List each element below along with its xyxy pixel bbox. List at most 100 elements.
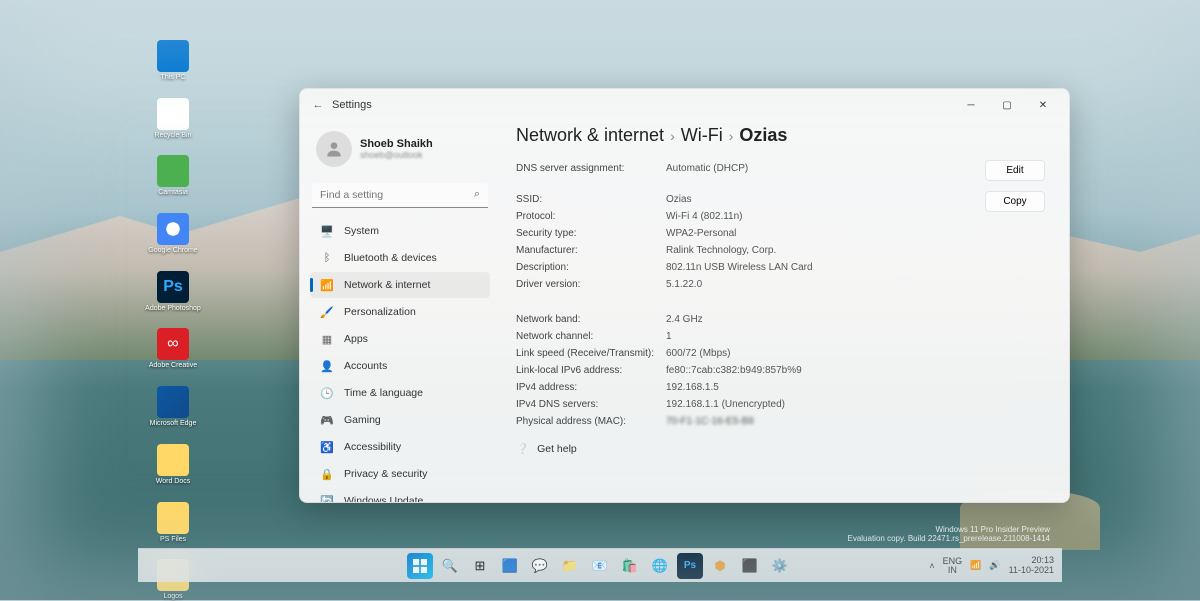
- app-icon: [157, 155, 189, 187]
- desktop-icon[interactable]: ∞Adobe Creative: [145, 328, 201, 370]
- system-tray: ˄ ENGIN 📶 🔊 20:1311-10-2021: [929, 556, 1054, 576]
- sidebar-item[interactable]: 🖌️ Personalization: [310, 299, 490, 325]
- settings-taskbar-icon[interactable]: ⚙️: [767, 553, 793, 579]
- sidebar-item[interactable]: 🎮Gaming: [310, 407, 490, 433]
- desktop-icon[interactable]: Recycle Bin: [145, 98, 201, 140]
- volume-tray-icon[interactable]: 🔊: [989, 560, 1000, 571]
- desktop-icon[interactable]: PS Files: [145, 502, 201, 544]
- property-row: Physical address (MAC):70-F1-1C-16-E5-B8: [516, 413, 973, 430]
- clock[interactable]: 20:1311-10-2021: [1009, 556, 1054, 576]
- wifi-tray-icon[interactable]: 📶: [970, 560, 981, 571]
- language-indicator[interactable]: ENGIN: [943, 557, 963, 575]
- icon-label: PS Files: [160, 536, 186, 544]
- sidebar-item[interactable]: 🔒Privacy & security: [310, 461, 490, 487]
- property-value: Ralink Technology, Corp.: [666, 242, 776, 259]
- property-key: SSID:: [516, 191, 666, 208]
- desktop-icon[interactable]: Camtasia: [145, 155, 201, 197]
- icon-label: Adobe Creative: [149, 362, 197, 370]
- store-icon[interactable]: 🛍️: [617, 553, 643, 579]
- icon-label: Adobe Photoshop: [145, 305, 201, 313]
- icon-label: Microsoft Edge: [150, 420, 197, 428]
- mail-icon[interactable]: 📧: [587, 553, 613, 579]
- search-box: ⌕: [312, 183, 488, 208]
- explorer-icon[interactable]: 📁: [557, 553, 583, 579]
- chat-icon[interactable]: 💬: [527, 553, 553, 579]
- property-row: Driver version:5.1.22.0: [516, 276, 973, 293]
- property-value: 1: [666, 328, 672, 345]
- help-icon: ❔: [516, 442, 529, 455]
- property-key: Network band:: [516, 311, 666, 328]
- settings-window: ← Settings ─ ▢ ✕ Shoeb Shaikh shoeb@outl…: [299, 88, 1070, 503]
- search-input[interactable]: [312, 183, 488, 208]
- main-content: Network & internet › Wi-Fi › Ozias DNS s…: [500, 121, 1069, 502]
- nav-icon: 🔄: [320, 494, 334, 502]
- desktop-icon[interactable]: Google Chrome: [145, 213, 201, 255]
- tray-chevron-icon[interactable]: ˄: [929, 561, 934, 571]
- breadcrumb: Network & internet › Wi-Fi › Ozias: [516, 125, 1045, 146]
- vscode-icon[interactable]: ⬢: [707, 553, 733, 579]
- sidebar-item[interactable]: 🔄Windows Update: [310, 488, 490, 502]
- property-row: Security type:WPA2-Personal: [516, 225, 973, 242]
- user-account[interactable]: Shoeb Shaikh shoeb@outlook: [310, 127, 490, 171]
- nav-label: Accounts: [344, 360, 387, 372]
- app-icon: [157, 444, 189, 476]
- crumb-wifi[interactable]: Wi-Fi: [681, 125, 723, 146]
- nav-icon: 🖥️: [320, 224, 334, 238]
- property-key: Link-local IPv6 address:: [516, 362, 666, 379]
- nav-icon: 🖌️: [320, 305, 334, 319]
- start-button[interactable]: [407, 553, 433, 579]
- nav-label: Time & language: [344, 387, 423, 399]
- get-help-link[interactable]: ❔ Get help: [516, 442, 1045, 455]
- property-value: Ozias: [666, 191, 692, 208]
- user-email: shoeb@outlook: [360, 150, 433, 160]
- search-taskbar-icon[interactable]: 🔍: [437, 553, 463, 579]
- edit-button[interactable]: Edit: [985, 160, 1045, 181]
- property-key: Network channel:: [516, 328, 666, 345]
- property-key: DNS server assignment:: [516, 160, 666, 177]
- copy-button[interactable]: Copy: [985, 191, 1045, 212]
- desktop-icon[interactable]: Word Docs: [145, 444, 201, 486]
- nav-label: Personalization: [344, 306, 416, 318]
- sidebar-item[interactable]: ᛒBluetooth & devices: [310, 245, 490, 271]
- sidebar-item[interactable]: 📶Network & internet: [310, 272, 490, 298]
- nav-icon: 🔒: [320, 467, 334, 481]
- sidebar-item[interactable]: 🖥️ System: [310, 218, 490, 244]
- property-row: Link-local IPv6 address:fe80::7cab:c382:…: [516, 362, 973, 379]
- property-key: IPv4 DNS servers:: [516, 396, 666, 413]
- property-key: Physical address (MAC):: [516, 413, 666, 430]
- nav-label: Apps: [344, 333, 368, 345]
- taskview-icon[interactable]: ⊞: [467, 553, 493, 579]
- property-key: IPv4 address:: [516, 379, 666, 396]
- property-value: 5.1.22.0: [666, 276, 702, 293]
- property-key: Link speed (Receive/Transmit):: [516, 345, 666, 362]
- app-icon: [157, 502, 189, 534]
- nav-label: System: [344, 225, 379, 237]
- maximize-button[interactable]: ▢: [989, 91, 1025, 119]
- desktop-icon[interactable]: Ps Adobe Photoshop: [145, 271, 201, 313]
- sidebar-item[interactable]: 👤Accounts: [310, 353, 490, 379]
- sidebar-item[interactable]: ▦Apps: [310, 326, 490, 352]
- property-key: Description:: [516, 259, 666, 276]
- property-row: IPv4 DNS servers:192.168.1.1 (Unencrypte…: [516, 396, 973, 413]
- taskbar-center: 🔍 ⊞ 🟦 💬 📁 📧 🛍️ 🌐 Ps ⬢ ⬛ ⚙️: [407, 553, 793, 579]
- property-row: IPv4 address:192.168.1.5: [516, 379, 973, 396]
- sidebar-item[interactable]: 🕒Time & language: [310, 380, 490, 406]
- desktop-icon[interactable]: This PC: [145, 40, 201, 82]
- desktop-icon[interactable]: Microsoft Edge: [145, 386, 201, 428]
- crumb-network[interactable]: Network & internet: [516, 125, 664, 146]
- icon-label: Word Docs: [156, 478, 191, 486]
- sidebar-item[interactable]: ♿Accessibility: [310, 434, 490, 460]
- terminal-icon[interactable]: ⬛: [737, 553, 763, 579]
- minimize-button[interactable]: ─: [953, 91, 989, 119]
- property-value: WPA2-Personal: [666, 225, 736, 242]
- close-button[interactable]: ✕: [1025, 91, 1061, 119]
- icon-label: Google Chrome: [148, 247, 197, 255]
- nav-label: Accessibility: [344, 441, 401, 453]
- nav-label: Gaming: [344, 414, 381, 426]
- property-key: Security type:: [516, 225, 666, 242]
- edge-icon[interactable]: 🌐: [647, 553, 673, 579]
- widgets-icon[interactable]: 🟦: [497, 553, 523, 579]
- back-button[interactable]: ←: [308, 99, 328, 111]
- app-icon: Ps: [157, 271, 189, 303]
- photoshop-icon[interactable]: Ps: [677, 553, 703, 579]
